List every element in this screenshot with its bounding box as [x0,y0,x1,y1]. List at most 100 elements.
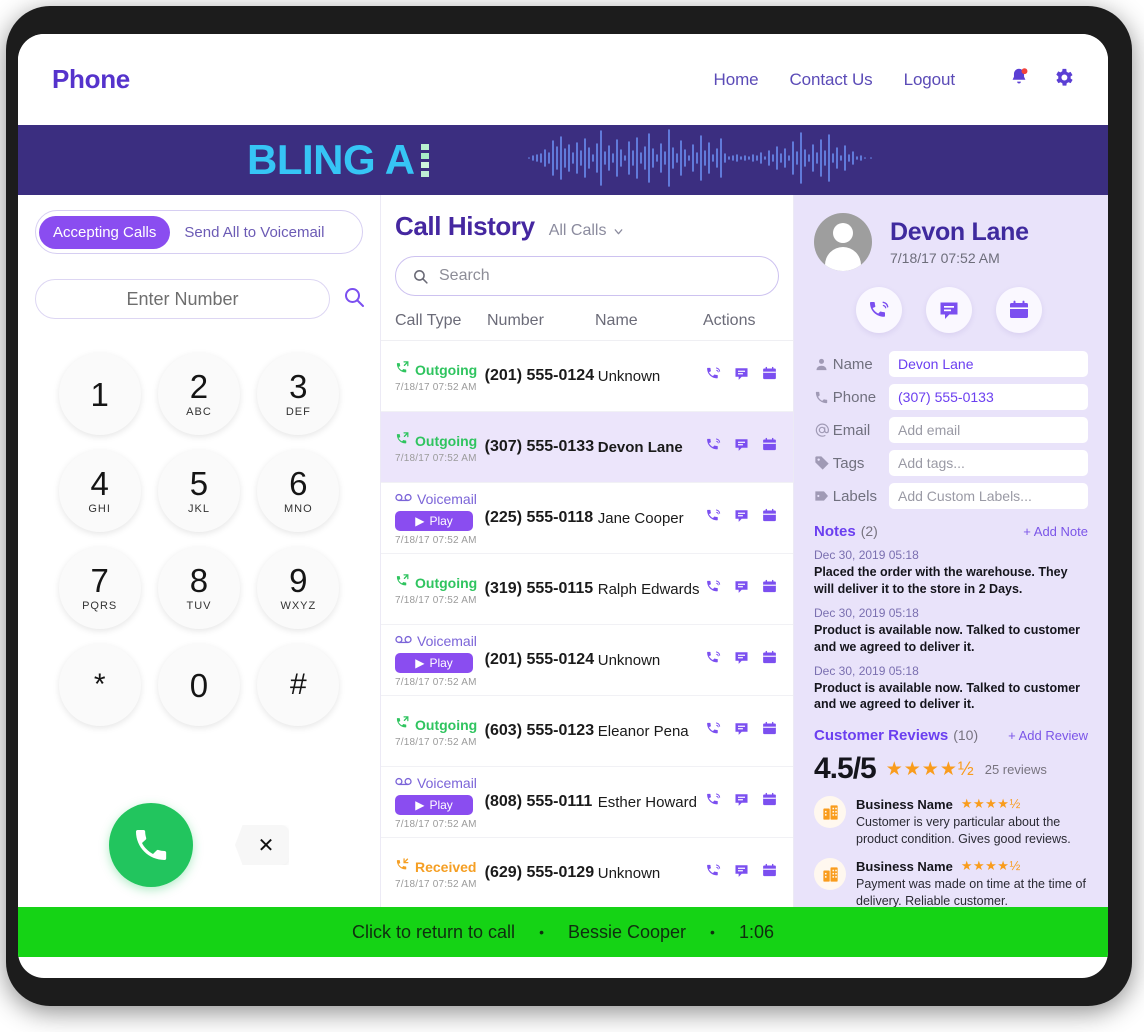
call-type-label: Voicemail [417,775,477,791]
gear-icon[interactable] [1052,66,1075,94]
call-contact-name: Ralph Edwards [597,580,700,598]
field-input-name[interactable] [889,351,1088,377]
dialpad-key-7[interactable]: 7 PQRS [58,547,141,629]
label-icon [814,488,833,504]
field-input-phone[interactable] [889,384,1088,410]
row-call-icon[interactable] [705,862,722,884]
dialpad-key-star[interactable]: * [58,644,141,726]
row-message-icon[interactable] [733,507,750,529]
row-call-icon[interactable] [705,578,722,600]
table-row[interactable]: Outgoing 7/18/17 07:52 AM (603) 555-0123 El… [381,696,793,767]
call-button[interactable] [109,803,193,887]
table-row[interactable]: Voicemail ▶ Play 7/18/17 07:52 AM (808) 555-… [381,767,793,838]
row-calendar-icon[interactable] [761,365,778,387]
table-row[interactable]: Outgoing 7/18/17 07:52 AM (201) 555-0124 Un… [381,341,793,412]
return-to-call-bar[interactable]: Click to return to call • Bessie Cooper … [18,907,1108,957]
search-box[interactable] [395,256,779,296]
row-calendar-icon[interactable] [761,720,778,742]
search-input[interactable] [439,267,762,285]
banner-dots-icon [420,143,429,177]
row-message-icon[interactable] [733,649,750,671]
call-type-icon [395,632,412,650]
dialpad-key-9[interactable]: 9 WXYZ [257,547,340,629]
row-calendar-icon[interactable] [761,791,778,813]
table-row[interactable]: Voicemail ▶ Play 7/18/17 07:52 AM (201) 555-… [381,625,793,696]
row-call-icon[interactable] [705,791,722,813]
dialpad-key-4[interactable]: 4 GHI [58,450,141,532]
search-icon [414,269,428,284]
play-voicemail-button[interactable]: ▶ Play [395,653,473,673]
dialpad-key-hash[interactable]: # [257,644,340,726]
clear-number-button[interactable]: ✕ [235,825,289,865]
row-calendar-icon[interactable] [761,649,778,671]
row-calendar-icon[interactable] [761,507,778,529]
row-message-icon[interactable] [733,791,750,813]
call-number: (629) 555-0129 [484,864,595,881]
row-message-icon[interactable] [733,365,750,387]
key-letters: GHI [88,503,111,515]
dialpad-key-1[interactable]: 1 [58,353,141,435]
table-row[interactable]: Voicemail ▶ Play 7/18/17 07:52 AM (225) 555-… [381,483,793,554]
play-voicemail-button[interactable]: ▶ Play [395,511,473,531]
row-calendar-icon[interactable] [761,578,778,600]
toggle-send-all-to-voicemail[interactable]: Send All to Voicemail [170,216,338,249]
call-history-header: Call History All Calls [381,195,793,296]
table-row[interactable]: Outgoing 7/18/17 07:52 AM (319) 555-0115 Ra… [381,554,793,625]
contact-name: Devon Lane [890,218,1029,246]
note-text: Placed the order with the warehouse. The… [814,565,1068,596]
contact-calendar-icon[interactable] [996,287,1042,333]
row-calendar-icon[interactable] [761,436,778,458]
dialpad-key-8[interactable]: 8 TUV [157,547,240,629]
key-digit: 4 [90,465,109,502]
row-call-icon[interactable] [705,507,722,529]
tag-icon [814,455,833,471]
table-row[interactable]: Received 7/18/17 07:52 AM (629) 555-0129 Un… [381,838,793,907]
call-type-icon [395,774,412,792]
dialpad-key-2[interactable]: 2 ABC [157,353,240,435]
row-call-icon[interactable] [705,649,722,671]
call-timestamp: 7/18/17 07:52 AM [395,381,477,393]
row-message-icon[interactable] [733,578,750,600]
row-call-icon[interactable] [705,436,722,458]
row-call-icon[interactable] [705,720,722,742]
contact-message-icon[interactable] [926,287,972,333]
contact-header: Devon Lane 7/18/17 07:52 AM [814,213,1088,271]
row-message-icon[interactable] [733,862,750,884]
row-message-icon[interactable] [733,720,750,742]
add-review-button[interactable]: + Add Review [1008,728,1088,743]
field-input-tags[interactable] [889,450,1088,476]
call-timestamp: 7/18/17 07:52 AM [395,736,477,748]
separator-dot: • [539,924,544,940]
table-row[interactable]: Outgoing 7/18/17 07:52 AM (307) 555-0133 De… [381,412,793,483]
dialpad-key-5[interactable]: 5 JKL [157,450,240,532]
rating-score: 4.5/5 [814,752,877,786]
dialpad-key-3[interactable]: 3 DEF [257,353,340,435]
nav-link-logout[interactable]: Logout [904,70,956,90]
play-label: Play [429,514,453,528]
key-digit: 7 [90,562,109,599]
nav-link-home[interactable]: Home [714,70,759,90]
nav-links: Home Contact Us Logout [714,66,1075,94]
row-call-icon[interactable] [705,365,722,387]
add-note-button[interactable]: + Add Note [1023,524,1088,539]
dialpad-key-6[interactable]: 6 MNO [257,450,340,532]
toggle-accepting-calls[interactable]: Accepting Calls [39,215,171,249]
row-message-icon[interactable] [733,436,750,458]
dialpad-key-0[interactable]: 0 [157,644,240,726]
contact-call-icon[interactable] [856,287,902,333]
field-input-labels[interactable] [889,483,1088,509]
nav-link-contact-us[interactable]: Contact Us [790,70,873,90]
call-status-toggle[interactable]: Accepting Calls Send All to Voicemail [35,210,363,254]
contact-field-email: Email [814,417,1088,443]
notification-bell-icon[interactable] [1008,66,1030,93]
field-input-email[interactable] [889,417,1088,443]
number-input[interactable] [35,279,330,319]
call-number: (307) 555-0133 [484,438,595,455]
play-label: Play [429,798,453,812]
call-filter-dropdown[interactable]: All Calls [549,222,626,240]
play-voicemail-button[interactable]: ▶ Play [395,795,473,815]
call-type-line: Outgoing [395,573,485,593]
row-calendar-icon[interactable] [761,862,778,884]
key-digit: # [289,668,307,701]
search-number-icon[interactable] [342,285,366,314]
